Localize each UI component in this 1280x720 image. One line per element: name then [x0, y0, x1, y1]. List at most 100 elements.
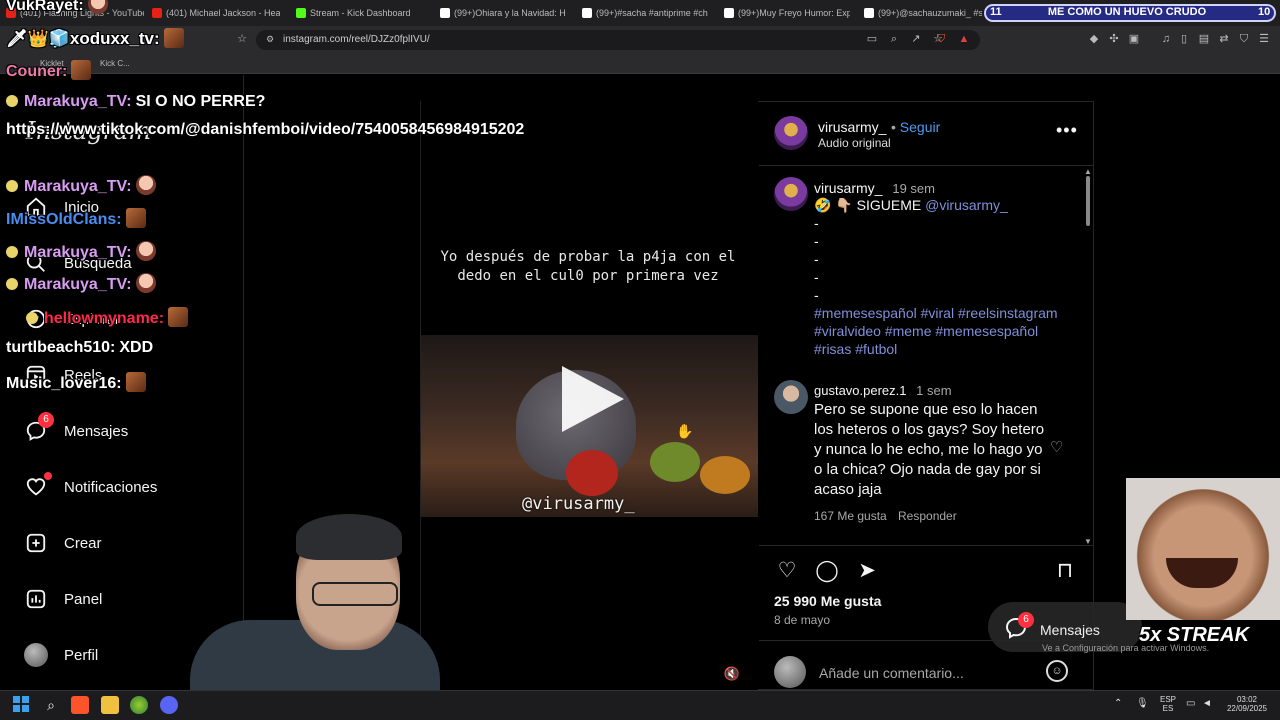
follow-button[interactable]: • Seguir: [891, 119, 940, 135]
post-author-avatar[interactable]: [774, 116, 808, 150]
comment-input[interactable]: Añade un comentario...: [819, 665, 964, 681]
chat-message: Couner:: [6, 60, 92, 81]
bookmark-item[interactable]: Kick C...: [100, 59, 130, 68]
post-hashtags[interactable]: #memesespañol #viral #reelsinstagram #vi…: [814, 304, 1070, 358]
divider: [759, 165, 1093, 166]
site-info-icon[interactable]: ⚙: [262, 31, 278, 47]
scrollbar-thumb[interactable]: [1086, 176, 1090, 226]
browser-tab[interactable]: (99+)#sacha #antiprime #chov: [582, 4, 708, 22]
video-watermark: @virusarmy_: [522, 494, 635, 514]
file-explorer-icon[interactable]: [101, 696, 119, 714]
language-top: ESP: [1160, 695, 1177, 704]
wallet-icon[interactable]: ▤: [1196, 31, 1212, 47]
post-body-avatar[interactable]: [774, 177, 808, 211]
volume-icon[interactable]: ◄: [1202, 698, 1212, 709]
plus-square-icon: [24, 531, 48, 555]
tiktok-icon: [440, 8, 450, 18]
zoom-icon[interactable]: ⌕: [886, 31, 902, 47]
menu-icon[interactable]: ☰: [1256, 31, 1272, 47]
vpn-icon[interactable]: ⇄: [1216, 31, 1232, 47]
window-icon[interactable]: ▣: [1126, 31, 1142, 47]
chat-username: Marakuya_TV:: [24, 178, 132, 195]
browser-tab[interactable]: (99+)Ohiara y la Navidad: Hum: [440, 4, 566, 22]
search-icon[interactable]: ⌕: [42, 696, 60, 714]
puzzle-icon[interactable]: ✣: [1106, 31, 1122, 47]
chat-message: VukRayet:: [6, 0, 108, 15]
extension-icon[interactable]: ◆: [1086, 31, 1102, 47]
url-text[interactable]: instagram.com/reel/DJZz0fplIVU/: [283, 34, 430, 45]
tray-chevron-icon[interactable]: ⌃: [1114, 698, 1122, 709]
video-fruit: [650, 442, 700, 482]
banner-right-number: 10: [1258, 6, 1271, 18]
browser-tab[interactable]: (401) Michael Jackson - Heartb: [152, 4, 280, 22]
comment-username[interactable]: gustavo.perez.1: [814, 383, 907, 398]
nav-label: Mensajes: [64, 423, 129, 440]
share-send-icon[interactable]: ➤: [854, 558, 880, 584]
post-dash: -: [814, 269, 819, 285]
network-icon[interactable]: ▭: [1186, 698, 1195, 709]
nav-item-crear[interactable]: Crear: [24, 530, 102, 556]
clock[interactable]: 03:02 22/09/2025: [1224, 695, 1270, 713]
more-options-icon[interactable]: •••: [1056, 120, 1078, 141]
app-icon[interactable]: [130, 696, 148, 714]
rewards-icon[interactable]: ▲: [956, 31, 972, 47]
post-dash: -: [814, 251, 819, 267]
shield-icon[interactable]: ⛉: [1236, 31, 1252, 47]
brave-browser-icon[interactable]: [71, 696, 89, 714]
chat-username: Marakuya_TV:: [24, 276, 132, 293]
chat-username: turtlbeach510:: [6, 339, 116, 356]
post-emoji-text: 🤣 👇🏼 SIGUEME: [814, 197, 922, 213]
bulb-badge-icon: [6, 180, 18, 192]
post-likes[interactable]: 25 990 Me gusta: [774, 593, 881, 609]
save-bookmark-icon[interactable]: ⊓: [1052, 558, 1078, 584]
video-fruit: [566, 450, 618, 496]
mute-icon[interactable]: 🔇: [722, 664, 742, 684]
nav-item-panel[interactable]: Panel: [24, 586, 102, 612]
post-dash: -: [814, 233, 819, 249]
banner-title: ME COMO UN HUEVO CRUDO: [1047, 6, 1207, 18]
brave-shield-icon[interactable]: ⛉: [933, 31, 949, 47]
browser-tab[interactable]: (99+)@sachauzumaki_ #sach: [864, 4, 982, 22]
chat-username: hellowmyname:: [44, 310, 165, 327]
nav-item-perfil[interactable]: Perfil: [24, 642, 98, 668]
browser-tab[interactable]: Stream - Kick Dashboard: [296, 4, 426, 22]
language-indicator[interactable]: ESP ES: [1160, 695, 1176, 713]
post-mention-link[interactable]: @virusarmy_: [925, 197, 1008, 213]
browser-tab[interactable]: (99+)Muy Freyo Humor: Explor: [724, 4, 850, 22]
chat-message: Marakuya_TV:: [6, 273, 156, 294]
separator-dot: •: [891, 119, 896, 135]
nav-item-mensajes[interactable]: 6 Mensajes: [24, 412, 128, 444]
chat-username: xoduxx_tv:: [69, 29, 160, 48]
discord-icon[interactable]: [160, 696, 178, 714]
screen-icon[interactable]: ▭: [864, 31, 880, 47]
audio-label[interactable]: Audio original: [818, 136, 891, 150]
bookmark-icon[interactable]: ☆: [234, 31, 250, 47]
like-heart-icon[interactable]: ♡: [774, 558, 800, 584]
comment-like-heart-icon[interactable]: ♡: [1050, 439, 1063, 457]
nav-label: Crear: [64, 535, 102, 552]
sidebar-icon[interactable]: ▯: [1176, 31, 1192, 47]
emote-icon: [163, 28, 184, 48]
scroll-up-arrow-icon[interactable]: ▲: [1084, 163, 1092, 181]
microphone-icon[interactable]: 🎙: [1136, 698, 1149, 709]
comment-icon[interactable]: ◯: [814, 558, 840, 584]
scroll-down-arrow-icon[interactable]: ▼: [1084, 533, 1092, 551]
chart-icon: [24, 587, 48, 611]
share-icon[interactable]: ↗: [908, 31, 924, 47]
nav-item-notificaciones[interactable]: Notificaciones: [24, 472, 157, 500]
post-date: 8 de mayo: [774, 613, 831, 627]
post-body-username[interactable]: virusarmy_: [814, 180, 882, 196]
comment-avatar[interactable]: [774, 380, 808, 414]
toast-label: Mensajes: [1040, 622, 1100, 638]
emoji-icon[interactable]: ☺: [1046, 660, 1068, 682]
post-author-username[interactable]: virusarmy_: [818, 119, 886, 135]
tiktok-icon: [864, 8, 874, 18]
play-icon[interactable]: [562, 366, 624, 432]
clock-time: 03:02: [1236, 695, 1258, 704]
chat-message: https://www.tiktok.com/@danishfemboi/vid…: [6, 117, 526, 142]
music-icon[interactable]: ♫: [1158, 31, 1174, 47]
bulb-badge-icon: [6, 246, 18, 258]
windows-start-icon[interactable]: [13, 696, 29, 712]
comment-reply-button[interactable]: Responder: [898, 507, 957, 525]
comment-likes[interactable]: 167 Me gusta: [814, 507, 887, 525]
